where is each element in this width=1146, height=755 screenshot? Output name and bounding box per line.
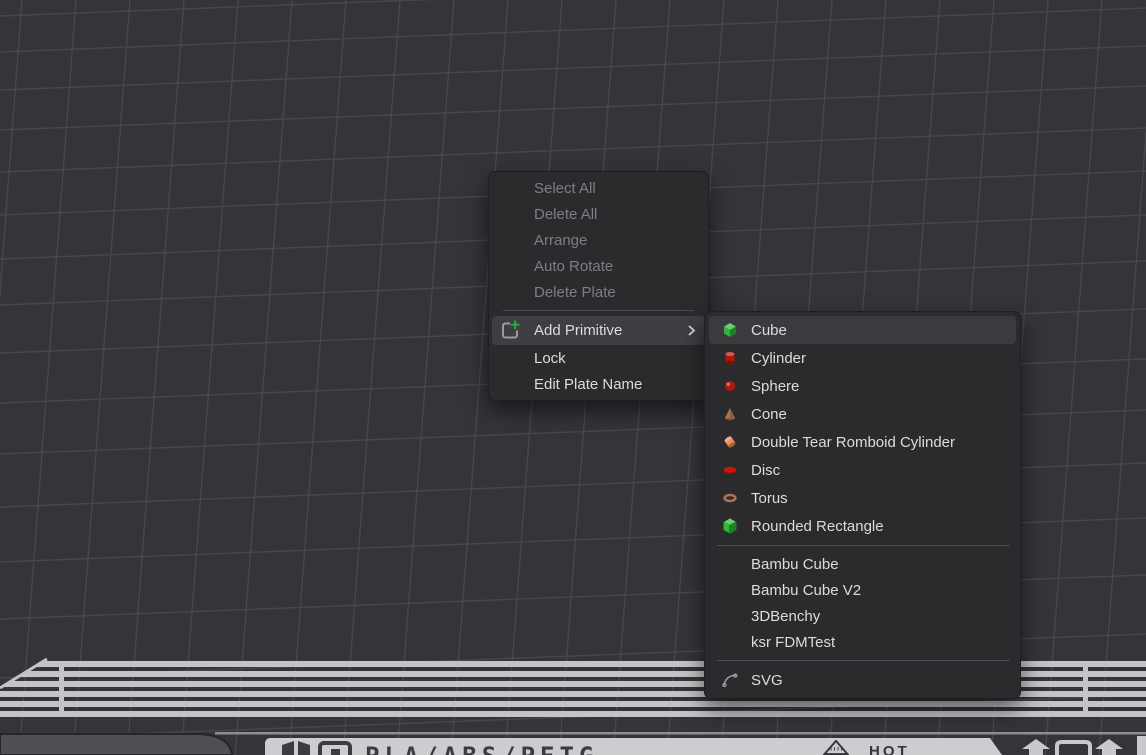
disc-icon [722, 462, 738, 478]
submenu-item-cube[interactable]: Cube [709, 316, 1016, 344]
menu-separator [503, 310, 694, 311]
context-menu-item-delete-all: Delete All [489, 201, 708, 227]
menu-item-label: Bambu Cube [751, 556, 839, 573]
menu-separator [717, 545, 1010, 546]
plate-hot-warning: HOT [821, 740, 910, 755]
context-menu-item-add-primitive[interactable]: Add Primitive [492, 316, 705, 345]
menu-item-label: Delete All [534, 206, 597, 223]
menu-item-label: ksr FDMTest [751, 634, 835, 651]
hot-warning-triangle-icon [821, 740, 851, 755]
rounded-cube-icon [722, 518, 738, 534]
plate-label-strip: PLA/ABS/PETG HOT [265, 738, 1002, 755]
cube-icon [722, 322, 738, 338]
context-menu-item-delete-plate: Delete Plate [489, 279, 708, 305]
submenu-item-disc[interactable]: Disc [705, 456, 1020, 484]
submenu-item-torus[interactable]: Torus [705, 484, 1020, 512]
icon-placeholder [722, 582, 738, 598]
menu-item-label: Auto Rotate [534, 258, 613, 275]
submenu-item-bambu-cube-v2[interactable]: Bambu Cube V2 [705, 577, 1020, 603]
submenu-item-svg[interactable]: SVG [705, 666, 1020, 694]
menu-item-label: Disc [751, 462, 780, 479]
menu-item-label: Cube [751, 322, 787, 339]
submenu-item-sphere[interactable]: Sphere [705, 372, 1020, 400]
bambu-logo [282, 741, 314, 755]
menu-item-label: Add Primitive [534, 322, 622, 339]
bezier-curve-icon [722, 672, 738, 688]
menu-separator [717, 660, 1010, 661]
tilted-cylinder-icon [722, 434, 738, 450]
menu-item-label: Torus [751, 490, 788, 507]
menu-item-label: 3DBenchy [751, 608, 820, 625]
submenu-arrow-icon [687, 324, 696, 337]
submenu-item-cylinder[interactable]: Cylinder [705, 344, 1020, 372]
icon-placeholder [722, 556, 738, 572]
menu-item-label: Delete Plate [534, 284, 616, 301]
cylinder-icon [722, 350, 738, 366]
submenu-item-double-tear-romboid-cylinder[interactable]: Double Tear Romboid Cylinder [705, 428, 1020, 456]
context-menu-item-edit-plate-name[interactable]: Edit Plate Name [489, 371, 708, 397]
add-primitive-icon [497, 319, 521, 343]
context-menu-item-auto-rotate: Auto Rotate [489, 253, 708, 279]
plate-context-menu: Select All Delete All Arrange Auto Rotate De… [488, 171, 709, 401]
menu-item-label: Edit Plate Name [534, 376, 642, 393]
menu-item-label: Cylinder [751, 350, 806, 367]
submenu-item-3dbenchy[interactable]: 3DBenchy [705, 603, 1020, 629]
plate-surface-type-label: PLA/ABS/PETG [365, 742, 598, 755]
menu-item-label: Bambu Cube V2 [751, 582, 861, 599]
icon-placeholder [722, 608, 738, 624]
menu-item-label: Cone [751, 406, 787, 423]
menu-item-label: Double Tear Romboid Cylinder [751, 434, 955, 451]
menu-item-label: Arrange [534, 232, 587, 249]
context-menu-item-lock[interactable]: Lock [489, 345, 708, 371]
plate-corner-tab [0, 734, 232, 755]
submenu-item-bambu-cube[interactable]: Bambu Cube [705, 551, 1020, 577]
icon-placeholder [722, 634, 738, 650]
sphere-icon [722, 378, 738, 394]
plate-logo-badge [318, 741, 354, 755]
submenu-item-ksr-fdmtest[interactable]: ksr FDMTest [705, 629, 1020, 655]
context-menu-item-select-all: Select All [489, 175, 708, 201]
context-menu-item-arrange: Arrange [489, 227, 708, 253]
submenu-item-rounded-rectangle[interactable]: Rounded Rectangle [705, 512, 1020, 540]
menu-item-label: Sphere [751, 378, 799, 395]
torus-icon [722, 490, 738, 506]
menu-item-label: Lock [534, 350, 566, 367]
menu-item-label: Rounded Rectangle [751, 518, 884, 535]
submenu-item-cone[interactable]: Cone [705, 400, 1020, 428]
add-primitive-submenu: Cube Cylinder Sphere Cone Double Tear Ro… [704, 311, 1021, 699]
plate-square-marking [1057, 742, 1090, 755]
hot-label: HOT [869, 743, 910, 755]
menu-item-label: Select All [534, 180, 596, 197]
cone-icon [722, 406, 738, 422]
menu-item-label: SVG [751, 672, 783, 689]
